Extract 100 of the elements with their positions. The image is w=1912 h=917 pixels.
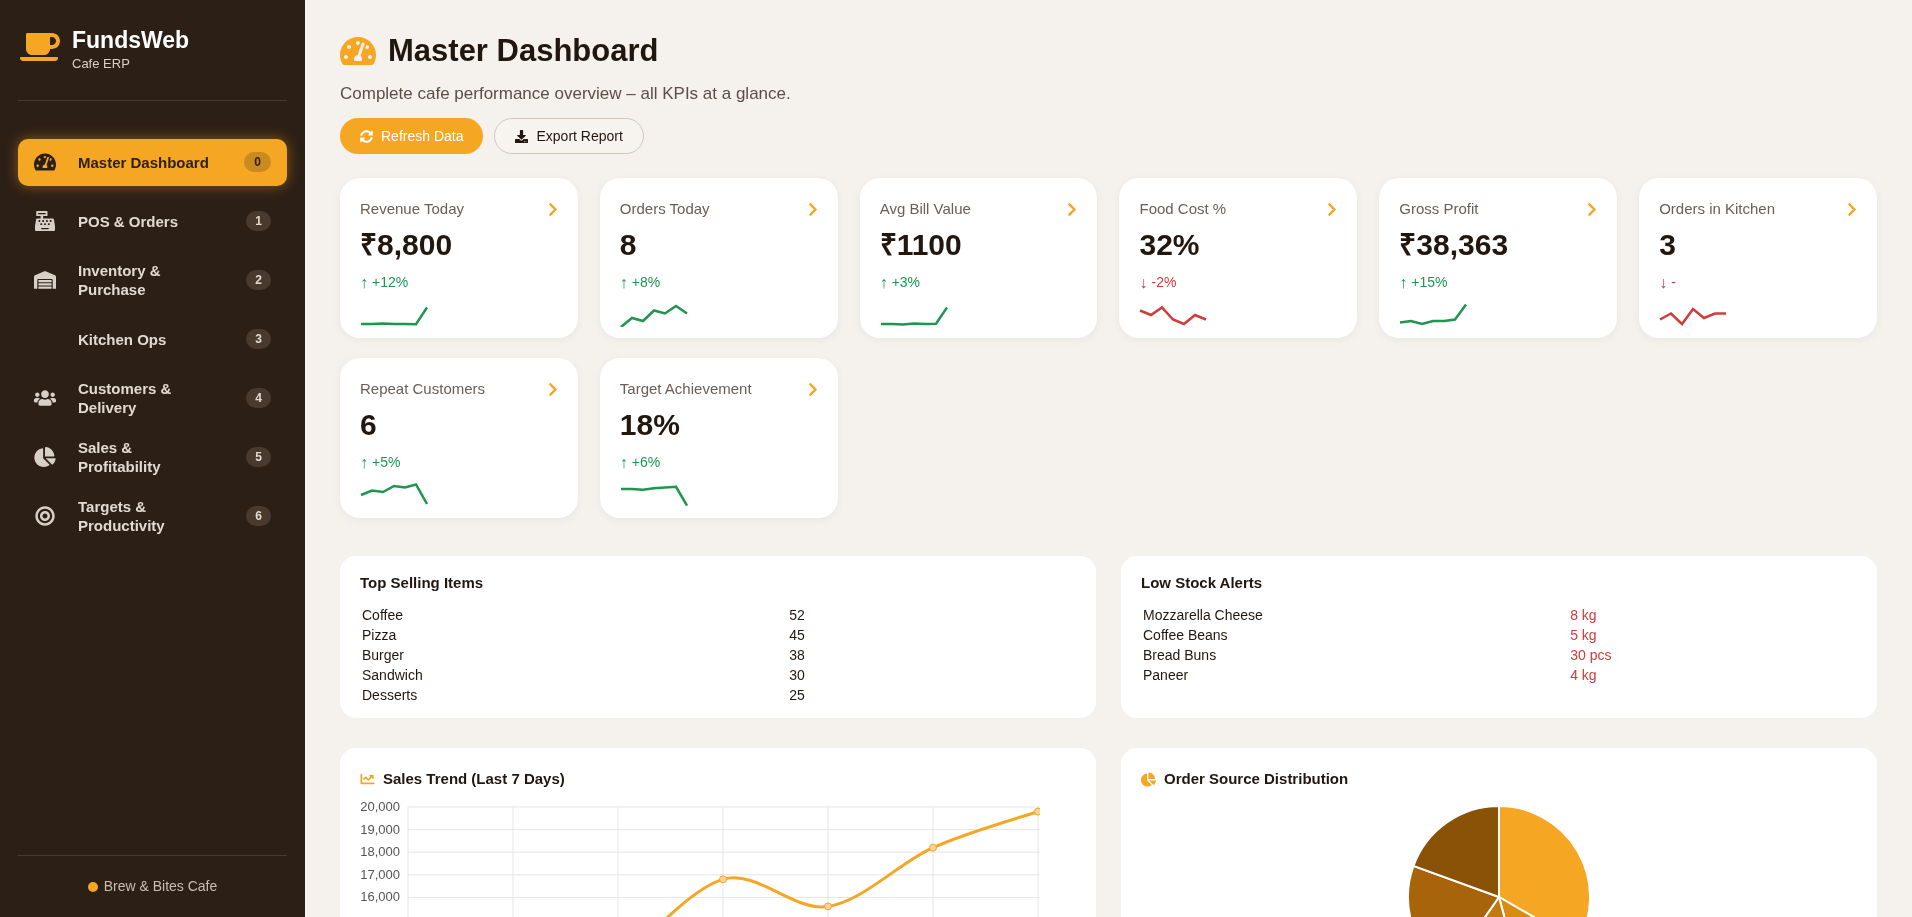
item-value: 25 <box>789 685 806 705</box>
export-button[interactable]: Export Report <box>494 118 644 154</box>
trend-arrow: ↑ <box>619 452 628 473</box>
nav-label: Customers & Delivery <box>77 379 173 417</box>
item-name: Mozzarella Cheese <box>1143 605 1264 625</box>
kpi-change: +5% <box>372 453 401 472</box>
kpi-value: 8 <box>619 226 638 263</box>
kpi-change: +3% <box>891 273 921 292</box>
nav-item[interactable]: Targets & Productivity 6 <box>18 492 287 540</box>
item-value: 8 kg <box>1570 605 1598 625</box>
kpi-label: Repeat Customers <box>360 379 486 399</box>
item-name: Sandwich <box>362 665 424 685</box>
data-point <box>719 874 727 883</box>
item-value: 4 kg <box>1570 665 1598 685</box>
kpi-value: 3 <box>1659 226 1677 263</box>
sparkline <box>619 482 688 507</box>
chevron-right-icon[interactable] <box>1847 201 1857 217</box>
kpi-label: Orders Today <box>619 199 710 219</box>
pie-chart-icon <box>1141 771 1156 787</box>
kpi-value: 6 <box>360 406 378 443</box>
nav-label: Inventory & Purchase <box>77 261 162 299</box>
nav-item[interactable]: Inventory & Purchase 2 <box>18 256 287 304</box>
chevron-right-icon[interactable] <box>1067 201 1078 217</box>
item-value: 30 pcs <box>1570 645 1613 665</box>
nav-badge: 2 <box>246 270 271 290</box>
kpi-card[interactable]: Repeat Customers 6 ↑ +5% <box>340 358 578 518</box>
data-point <box>824 901 832 910</box>
nav-item[interactable]: Sales & Profitability 5 <box>18 433 287 481</box>
nav-item[interactable]: Kitchen Ops 3 <box>18 315 287 363</box>
gauge-icon <box>34 152 56 172</box>
kpi-label: Gross Profit <box>1399 199 1479 219</box>
item-name: Coffee <box>362 605 404 625</box>
item-name: Pizza <box>362 625 398 645</box>
item-value: 30 <box>789 665 806 685</box>
chevron-right-icon[interactable] <box>807 381 818 397</box>
card-title: Top Selling Items <box>360 573 485 593</box>
kpi-change: -2% <box>1151 273 1177 292</box>
refresh-icon <box>360 129 373 143</box>
kpi-label: Avg Bill Value <box>879 199 971 219</box>
kpi-value: ₹1100 <box>879 226 963 263</box>
page-title: Master Dashboard <box>388 32 659 70</box>
trend-arrow: ↑ <box>879 272 888 293</box>
trend-arrow: ↑ <box>619 272 628 293</box>
trend-arrow: ↑ <box>360 272 368 293</box>
trend-arrow: ↑ <box>360 452 368 473</box>
page-subtitle: Complete cafe performance overview – all KPIs at a glance. <box>340 82 792 105</box>
item-name: Burger <box>362 645 406 665</box>
item-value: 45 <box>789 625 806 645</box>
nav-item[interactable]: Customers & Delivery 4 <box>18 374 287 422</box>
trend-arrow: ↑ <box>1399 272 1408 293</box>
item-value: 5 kg <box>1570 625 1598 645</box>
axis-tick-label: 17,000 <box>360 866 400 882</box>
kpi-change: +15% <box>1411 273 1448 292</box>
card-title: Low Stock Alerts <box>1141 573 1264 593</box>
axis-tick-label: 18,000 <box>360 843 400 859</box>
kpi-card[interactable]: Revenue Today ₹8,800 ↑ +12% <box>340 178 578 338</box>
kpi-card[interactable]: Avg Bill Value ₹1100 ↑ +3% <box>859 178 1098 338</box>
card-title: Order Source Distribution <box>1164 769 1349 789</box>
kpi-value: 32% <box>1139 226 1201 263</box>
warehouse-icon <box>34 270 56 290</box>
kpi-label: Revenue Today <box>360 199 464 219</box>
chevron-right-icon[interactable] <box>807 201 818 217</box>
item-value: 38 <box>789 645 806 665</box>
data-point <box>929 843 937 852</box>
kpi-card[interactable]: Target Achievement 18% ↑ +6% <box>599 358 838 518</box>
cash-register-icon <box>34 211 56 231</box>
kpi-value: 18% <box>619 406 681 443</box>
data-point <box>1034 807 1040 815</box>
download-icon <box>515 129 529 143</box>
target-icon <box>34 506 56 526</box>
kpi-card[interactable]: Food Cost % 32% ↓ -2% <box>1119 178 1358 338</box>
chevron-right-icon[interactable] <box>547 201 558 217</box>
users-icon <box>34 388 56 408</box>
nav-badge: 1 <box>246 211 271 231</box>
pie-chart-icon <box>34 447 56 467</box>
trend-arrow: ↓ <box>1139 272 1148 293</box>
nav-badge: 0 <box>244 152 271 172</box>
brand-subtitle: Cafe ERP <box>72 55 131 73</box>
item-name: Bread Buns <box>1143 645 1218 665</box>
kpi-card[interactable]: Orders Today 8 ↑ +8% <box>599 178 838 338</box>
item-value: 52 <box>789 605 806 625</box>
item-name: Desserts <box>362 685 419 705</box>
chevron-right-icon[interactable] <box>1327 201 1338 217</box>
item-name: Coffee Beans <box>1143 625 1229 645</box>
nav-badge: 5 <box>246 447 271 467</box>
chevron-right-icon[interactable] <box>1587 201 1598 217</box>
axis-tick-label: 19,000 <box>360 821 400 837</box>
coffee-cup-icon <box>20 30 60 64</box>
chevron-right-icon[interactable] <box>547 381 558 397</box>
kpi-label: Target Achievement <box>619 379 752 399</box>
nav-item[interactable]: POS & Orders 1 <box>18 197 287 245</box>
card-title: Sales Trend (Last 7 Days) <box>383 769 565 789</box>
trend-arrow: ↓ <box>1659 272 1668 293</box>
kpi-card[interactable]: Gross Profit ₹38,363 ↑ +15% <box>1379 178 1618 338</box>
nav-item[interactable]: Master Dashboard 0 <box>18 138 287 186</box>
brand-name: FundsWeb <box>72 26 190 54</box>
sparkline <box>1399 302 1468 327</box>
kpi-change: +12% <box>372 273 409 292</box>
sparkline <box>619 302 688 327</box>
kpi-card[interactable]: Orders in Kitchen 3 ↓ - <box>1639 178 1877 338</box>
